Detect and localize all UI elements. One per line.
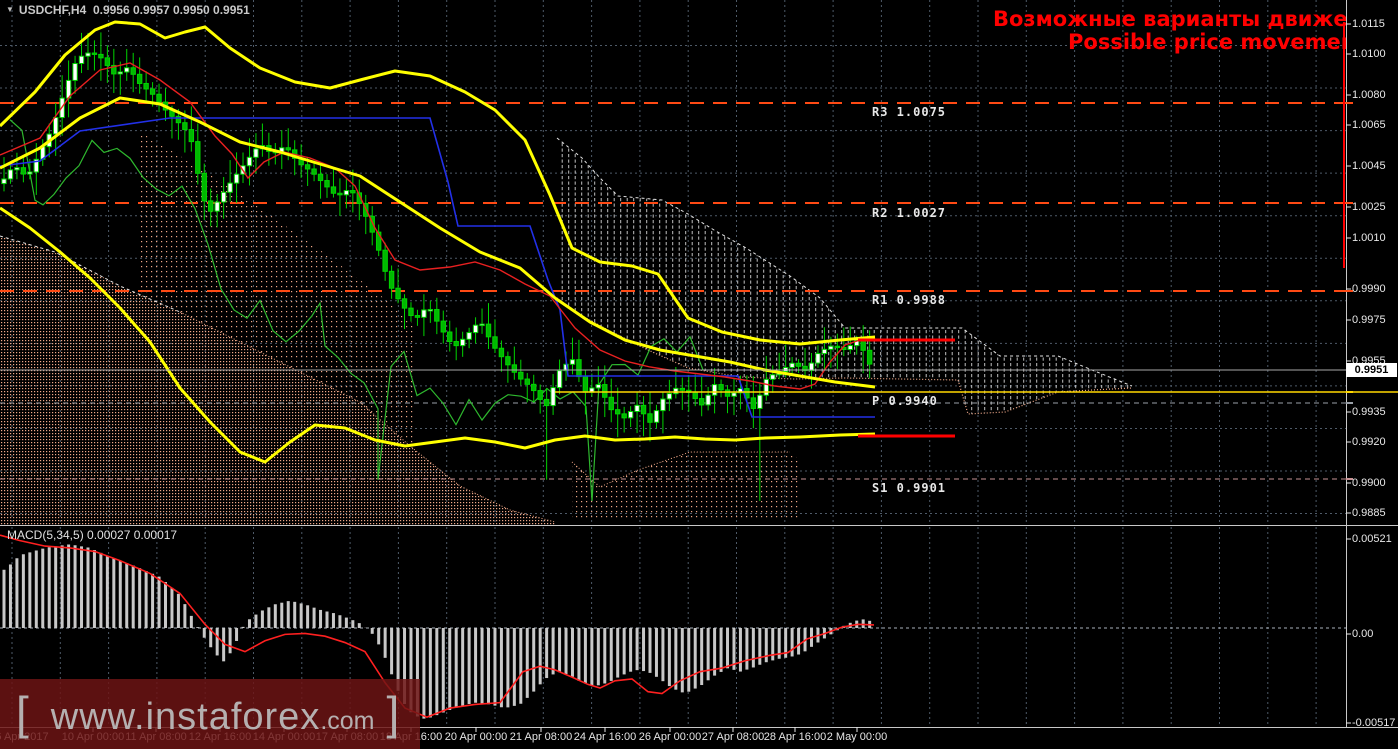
price-axis-label: 1.0115 <box>1352 18 1385 30</box>
macd-axis-label: 0.00 <box>1352 628 1373 640</box>
current-price-tag: 0.9951 <box>1346 363 1397 377</box>
time-axis-label: 28 Apr 16:00 <box>764 731 826 743</box>
pivot-label-P: P 0.9940 <box>872 394 938 408</box>
pivot-label-R2: R2 1.0027 <box>872 206 946 220</box>
time-axis-label: 21 Apr 08:00 <box>510 731 572 743</box>
time-axis-label: 2 May 00:00 <box>827 731 888 743</box>
price-axis-label: 1.0100 <box>1352 48 1386 60</box>
time-axis-label: 20 Apr 00:00 <box>445 731 507 743</box>
instaforex-watermark: [ www.instaforex .com ] <box>0 679 420 749</box>
chart-title: ▼ USDCHF,H4 0.9956 0.9957 0.9950 0.9951 <box>6 3 250 17</box>
time-axis-label: 26 Apr 00:00 <box>639 731 701 743</box>
price-axis-label: 0.9935 <box>1352 406 1386 418</box>
price-axis-label: 1.0025 <box>1352 201 1386 213</box>
price-axis-label: 0.9900 <box>1352 477 1386 489</box>
price-axis-label: 0.9975 <box>1352 314 1386 326</box>
pivot-label-R1: R1 0.9988 <box>872 293 946 307</box>
price-axis-label: 1.0080 <box>1352 89 1386 101</box>
price-axis-label: 0.9920 <box>1352 436 1386 448</box>
ohlc-values: 0.9956 0.9957 0.9950 0.9951 <box>93 3 250 17</box>
watermark-url-tld: .com <box>320 707 374 736</box>
macd-axis-label: -0.00517 <box>1352 717 1395 729</box>
macd-axis-label: 0.00521 <box>1352 533 1392 545</box>
price-axis-label: 1.0065 <box>1352 119 1386 131</box>
watermark-bracket-left: [ <box>16 685 29 741</box>
symbol-period: USDCHF,H4 <box>19 3 86 17</box>
chart-canvas[interactable] <box>0 0 1398 749</box>
pivot-label-S1: S1 0.9901 <box>872 481 946 495</box>
price-axis-label: 0.9885 <box>1352 507 1386 519</box>
price-axis-label: 1.0045 <box>1352 160 1386 172</box>
watermark-url: www.instaforex <box>51 696 321 739</box>
price-axis-label: 1.0010 <box>1352 232 1386 244</box>
collapse-triangle-icon[interactable]: ▼ <box>6 5 14 14</box>
macd-indicator-label: MACD(5,34,5) 0.00027 0.00017 <box>7 528 177 542</box>
time-axis-label: 24 Apr 16:00 <box>574 731 636 743</box>
price-axis-label: 0.9990 <box>1352 283 1386 295</box>
pivot-label-R3: R3 1.0075 <box>872 105 946 119</box>
time-axis-label: 27 Apr 08:00 <box>702 731 764 743</box>
mt4-chart-window: Возможные варианты движения цен Possible… <box>0 0 1398 749</box>
watermark-bracket-right: ] <box>387 685 400 741</box>
